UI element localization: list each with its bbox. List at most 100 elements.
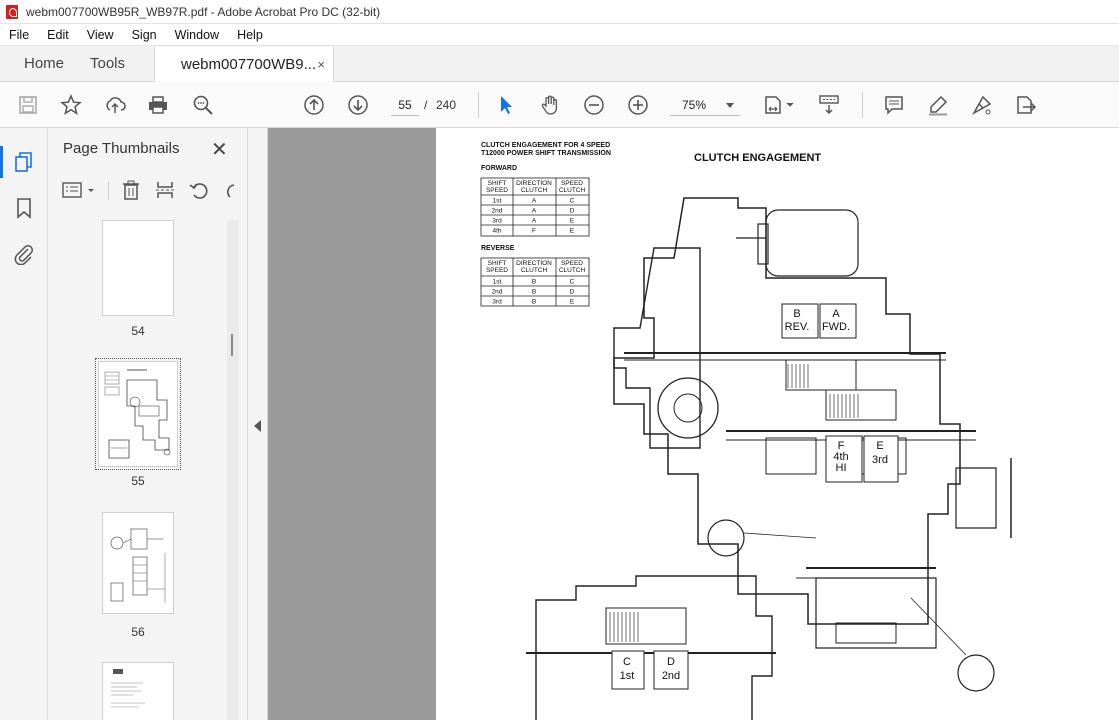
thumbnail-tools	[60, 178, 240, 202]
toolbar: 55 / 240 75%	[0, 82, 1119, 128]
hand-icon[interactable]	[538, 93, 562, 117]
tab-home[interactable]: Home	[0, 46, 88, 81]
close-icon[interactable]: ✕	[211, 137, 228, 162]
select-arrow-icon[interactable]	[494, 93, 518, 117]
fwd-cell: A	[532, 218, 537, 225]
comment-icon[interactable]	[882, 93, 906, 117]
thumbnail-page-56[interactable]	[102, 512, 174, 614]
thumbnail-page-55[interactable]	[95, 358, 181, 470]
fwd-hdr-shift: SHIFT	[488, 180, 507, 187]
tab-document[interactable]: webm007700WB9... ×	[154, 47, 334, 82]
thumbnail-page-54[interactable]	[102, 220, 174, 316]
rev-cell: E	[570, 299, 575, 306]
save-icon[interactable]	[16, 93, 40, 117]
label-3rd: 3rd	[872, 454, 888, 466]
fwd-cell: 1st	[493, 198, 502, 205]
scrollbar-thumb[interactable]	[231, 334, 233, 356]
fwd-cell: 3rd	[492, 218, 502, 225]
thumbnail-label: 56	[131, 625, 145, 639]
search-zoom-icon[interactable]	[191, 93, 215, 117]
fwd-cell: 2nd	[492, 208, 503, 215]
page-separator: /	[424, 98, 428, 112]
page-up-icon[interactable]	[302, 93, 326, 117]
menu-view[interactable]: View	[78, 28, 123, 42]
star-icon[interactable]	[59, 93, 83, 117]
fwd-cell: 4th	[492, 228, 501, 235]
forward-label: FORWARD	[481, 165, 517, 172]
rotate-right-icon[interactable]	[222, 179, 236, 201]
clutch-hatching	[609, 364, 859, 642]
fwd-cell: E	[570, 228, 575, 235]
extract-pages-icon[interactable]	[154, 179, 176, 201]
fwd-cell: E	[570, 218, 575, 225]
rev-cell: 3rd	[492, 299, 502, 306]
rev-cell: C	[570, 279, 575, 286]
scroll-mode-icon[interactable]	[817, 93, 841, 117]
sign-icon[interactable]	[970, 93, 994, 117]
label-hi: HI	[836, 462, 847, 474]
label-rev: REV.	[785, 321, 810, 333]
menu-window[interactable]: Window	[166, 28, 228, 42]
menu-file[interactable]: File	[0, 28, 38, 42]
menu-bar: File Edit View Sign Window Help	[0, 24, 1119, 46]
page-header-line2: T12000 POWER SHIFT TRANSMISSION	[481, 150, 611, 157]
page-number-input[interactable]: 55	[391, 94, 419, 116]
page-title: CLUTCH ENGAGEMENT	[694, 152, 821, 164]
rev-cell: B	[532, 299, 536, 306]
fwd-hdr-speed2: SPEED	[561, 180, 583, 187]
fwd-cell: A	[532, 198, 537, 205]
upload-icon[interactable]	[103, 93, 127, 117]
rev-hdr-shift: SHIFT	[488, 260, 507, 267]
thumbnail-page-57[interactable]	[102, 662, 174, 720]
fwd-cell: A	[532, 208, 537, 215]
menu-edit[interactable]: Edit	[38, 28, 78, 42]
acrobat-icon	[6, 4, 18, 19]
thumbnail-scrollbar[interactable]	[227, 220, 239, 720]
label-1st: 1st	[620, 670, 635, 682]
thumbnail-list: 54 55 56	[48, 220, 226, 720]
rev-cell: 1st	[493, 279, 502, 286]
transmission-diagram	[526, 197, 1012, 720]
window-title: webm007700WB95R_WB97R.pdf - Adobe Acroba…	[26, 4, 381, 19]
fit-page-icon[interactable]	[762, 93, 796, 117]
bookmark-icon[interactable]	[12, 196, 36, 220]
page-header-line1: CLUTCH ENGAGEMENT FOR 4 SPEED	[481, 142, 610, 149]
thumbnails-panel: Page Thumbnails ✕ 54 55 56	[48, 128, 248, 720]
collapse-arrow-icon	[254, 420, 261, 432]
document-view[interactable]: CLUTCH ENGAGEMENT FOR 4 SPEED T12000 POW…	[268, 128, 1119, 720]
panel-collapse-handle[interactable]	[248, 128, 268, 720]
reverse-label: REVERSE	[481, 245, 515, 252]
zoom-level-value: 75%	[682, 98, 707, 112]
rotate-left-icon[interactable]	[188, 179, 210, 201]
fwd-hdr-clutch: CLUTCH	[521, 187, 548, 194]
panel-title: Page Thumbnails	[63, 140, 180, 157]
label-d: D	[667, 656, 675, 668]
fwd-cell: D	[570, 208, 575, 215]
zoom-in-icon[interactable]	[626, 93, 650, 117]
export-icon[interactable]	[1013, 93, 1037, 117]
rev-hdr-clutch2: CLUTCH	[559, 267, 586, 274]
tab-close-icon[interactable]: ×	[317, 57, 325, 72]
tab-document-label: webm007700WB9...	[181, 56, 317, 73]
chevron-down-icon	[726, 103, 734, 108]
thumbnail-options-icon[interactable]	[62, 180, 96, 200]
left-rail	[0, 128, 48, 720]
rev-cell: 2nd	[492, 289, 503, 296]
label-b: B	[793, 308, 800, 320]
label-a: A	[832, 308, 840, 320]
rev-hdr-direction: DIRECTION	[516, 260, 552, 267]
label-fwd: FWD.	[822, 321, 850, 333]
attachment-icon[interactable]	[12, 242, 36, 266]
zoom-level-select[interactable]: 75%	[670, 94, 740, 116]
toolbar-divider	[862, 92, 863, 118]
menu-sign[interactable]: Sign	[123, 28, 166, 42]
highlight-icon[interactable]	[926, 93, 950, 117]
page-thumbnails-icon[interactable]	[0, 146, 36, 178]
print-icon[interactable]	[146, 93, 170, 117]
zoom-out-icon[interactable]	[582, 93, 606, 117]
tab-tools[interactable]: Tools	[88, 46, 154, 81]
delete-icon[interactable]	[120, 179, 142, 201]
menu-help[interactable]: Help	[228, 28, 272, 42]
tab-bar: Home Tools webm007700WB9... ×	[0, 46, 1119, 82]
page-down-icon[interactable]	[346, 93, 370, 117]
